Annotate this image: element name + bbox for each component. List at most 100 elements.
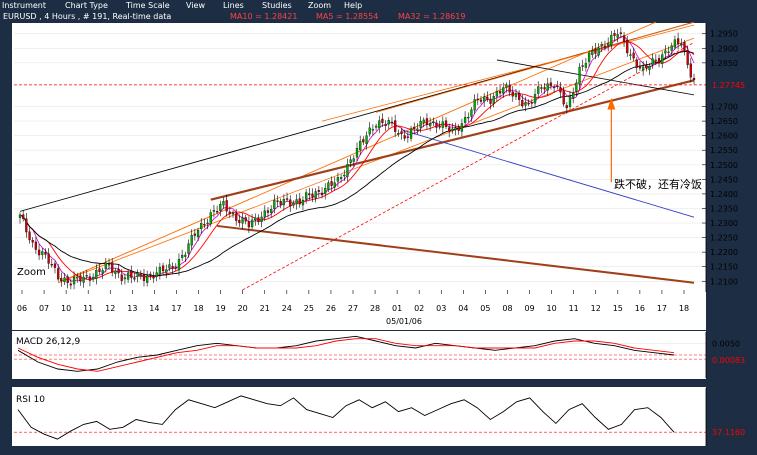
candle-body <box>575 82 578 92</box>
candle-body <box>152 276 155 279</box>
candle-body <box>63 277 66 283</box>
candle-body <box>34 241 38 250</box>
candle-body <box>610 34 613 46</box>
candle-body <box>406 136 409 138</box>
candle-body <box>463 116 467 123</box>
candle-body <box>136 272 139 277</box>
candle-body <box>629 54 632 56</box>
candle-body <box>518 92 521 100</box>
candle-body <box>676 38 680 44</box>
candle-body <box>616 34 619 38</box>
candle-body <box>314 191 317 199</box>
candle-body <box>591 50 594 55</box>
candle-body <box>238 219 241 224</box>
candle-body <box>222 201 225 206</box>
y-tick-label: 1.2500 <box>710 161 738 170</box>
candle-body <box>168 264 171 269</box>
price-axis: 1.2100 1.2150 1.2200 1.2250 1.2300 1.2350 1.24… <box>702 23 745 292</box>
candle-body <box>324 188 327 194</box>
y-tick-label: 1.2650 <box>710 117 738 126</box>
y-tick-label: 1.2150 <box>710 263 738 272</box>
candle-body <box>680 43 683 46</box>
candle-body <box>215 211 219 213</box>
menu-lines[interactable]: Lines <box>223 0 244 11</box>
menu-time-scale[interactable]: Time Scale <box>126 0 170 11</box>
menu-studies[interactable]: Studies <box>262 0 292 11</box>
candle-body <box>107 264 111 266</box>
candle-body <box>95 269 98 279</box>
y-tick-label: 1.2250 <box>710 234 738 243</box>
x-tick-label: 09 <box>524 304 534 313</box>
candle-body <box>142 274 146 281</box>
x-tick-label: 01 <box>392 304 402 313</box>
x-tick-label: 08 <box>502 304 512 313</box>
candle-body <box>69 283 72 286</box>
x-tick-label: 06 <box>17 304 27 313</box>
menu-bar: Instrument Chart Type Time Scale View Li… <box>0 0 757 11</box>
candle-body <box>409 128 413 139</box>
candle-body <box>565 105 568 109</box>
candle-body <box>190 234 193 246</box>
candle-body <box>254 217 257 221</box>
candle-body <box>419 120 422 128</box>
candle-body <box>394 120 397 132</box>
candle-body <box>416 128 419 131</box>
candle-body <box>584 63 588 68</box>
candle-body <box>37 249 41 256</box>
x-tick-label: 16 <box>635 304 645 313</box>
menu-help[interactable]: Help <box>344 0 362 11</box>
candle-body <box>158 267 162 275</box>
candle-body <box>432 121 435 123</box>
candle-body <box>292 202 295 206</box>
y-tick-label: 1.2100 <box>710 277 738 286</box>
candle-body <box>66 276 69 283</box>
candle-body <box>508 84 511 93</box>
menu-chart-type[interactable]: Chart Type <box>65 0 108 11</box>
candle-body <box>359 140 362 151</box>
candle-body <box>247 221 251 228</box>
candle-body <box>270 209 273 213</box>
menu-instrument[interactable]: Instrument <box>2 0 46 11</box>
candle-body <box>126 272 130 280</box>
candle-body <box>72 276 76 285</box>
candle-body <box>181 254 184 258</box>
macd-marker-label: 0.00083 <box>712 356 745 365</box>
candle-body <box>285 198 289 200</box>
candle-body <box>654 59 657 62</box>
y-tick-label: 1.2600 <box>710 132 738 141</box>
candle-body <box>413 126 416 129</box>
y-tick-label: 1.2950 <box>710 30 738 39</box>
x-tick-label: 11 <box>569 304 579 313</box>
candle-body <box>50 264 53 266</box>
candle-body <box>79 275 82 282</box>
candle-body <box>581 65 584 67</box>
candle-body <box>18 214 22 218</box>
candle-body <box>333 182 336 188</box>
chart-area: EURUSD , 4 Hours , # 191, Real-time data… <box>0 11 757 451</box>
ma5-label: MA5 = 1.28554 <box>316 12 378 21</box>
x-tick-label: 14 <box>149 304 159 313</box>
candle-body <box>476 98 479 101</box>
x-tick-label: 04 <box>458 304 468 313</box>
candle-body <box>352 158 355 162</box>
x-tick-label: 28 <box>370 304 380 313</box>
candle-body <box>184 254 187 257</box>
x-tick-label: 24 <box>282 304 292 313</box>
menu-view[interactable]: View <box>186 0 205 11</box>
candle-body <box>521 99 524 107</box>
candle-body <box>645 65 648 69</box>
chart-svg: EURUSD , 4 Hours , # 191, Real-time data… <box>3 12 745 446</box>
candle-body <box>549 82 553 86</box>
x-tick-label: 21 <box>260 304 270 313</box>
candle-body <box>225 200 228 212</box>
menu-zoom[interactable]: Zoom <box>308 0 331 11</box>
candle-body <box>47 253 50 264</box>
candle-body <box>343 174 346 177</box>
candle-body <box>101 270 104 274</box>
candle-body <box>123 277 127 280</box>
candle-body <box>91 276 95 280</box>
candle-body <box>28 231 31 241</box>
candle-body <box>568 96 572 107</box>
candle-body <box>301 200 305 206</box>
candle-body <box>98 268 101 272</box>
